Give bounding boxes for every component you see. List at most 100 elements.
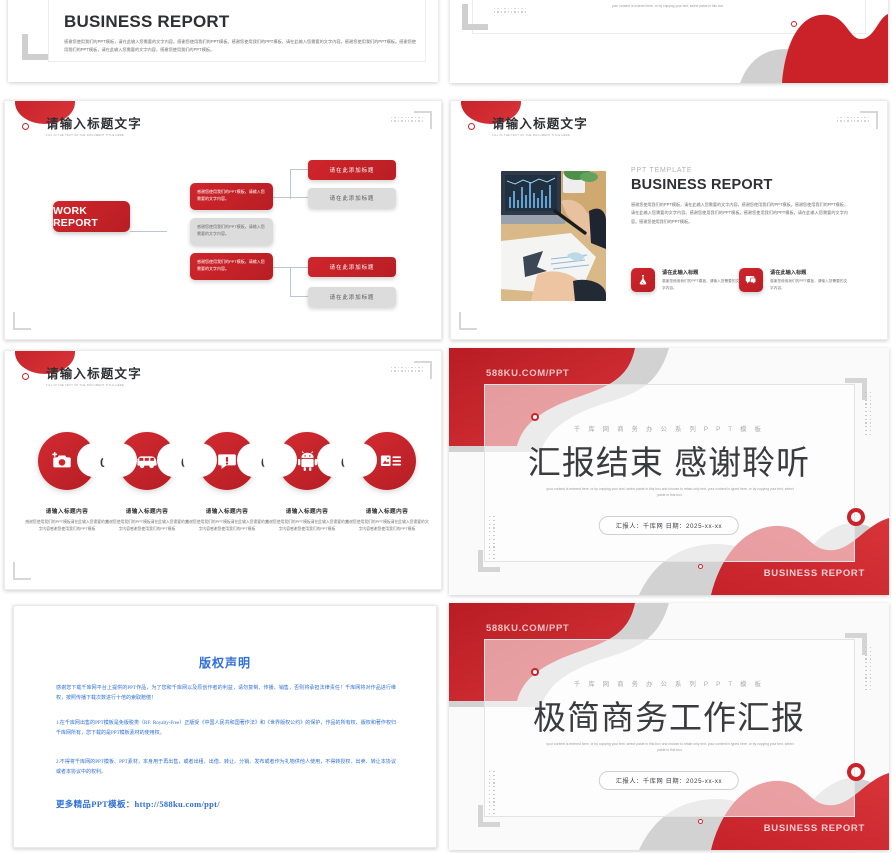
feature-body: 感谢您使用我们的PPT模板，请输入您需要的文字内容。 [770,279,848,290]
slide-cell-7[interactable]: 版权声明 感谢您下载千库网平台上提供的PPT作品，为了您和千库网以及原创作者的利… [0,600,446,853]
circle-notch [103,443,137,477]
slide-title-cover[interactable]: 588KU.COM/PPT 千 库 网 商 务 办 公 系 列 P P T 模 … [449,603,889,850]
header-subtitle: FILL IN THE TEXT OF THE DOCUMENT TITLE H… [46,384,125,387]
process-caption: 请输入标题内容 感谢您使用我们的PPT模板请在此输入您需要的文字内容感谢您使用我… [184,507,270,533]
flask-icon [631,268,655,292]
header-title: 请输入标题文字 [46,117,142,131]
caption-title: 请输入标题内容 [205,509,249,515]
mindmap-root-node[interactable]: WORK REPORT [53,201,130,232]
process-circle[interactable] [263,432,351,490]
connector-line [130,231,167,232]
frame-corner-bottom-left [459,312,477,330]
process-caption: 请输入标题内容 感谢您使用我们的PPT模板请在此输入您需要的文字内容感谢您使用我… [104,507,190,533]
ring-decoration-xsmall [698,819,703,824]
caption-body: 感谢您使用我们的PPT模板请在此输入您需要的文字内容感谢您使用我们的PPT模板 [105,520,189,532]
process-circle[interactable] [38,432,111,490]
caption-body: 感谢您使用我们的PPT模板请在此输入您需要的文字内容感谢您使用我们的PPT模板 [185,520,269,532]
caption-body: 感谢您使用我们的PPT模板请在此输入您需要的文字内容感谢您使用我们的PPT模板 [265,520,349,532]
slide-business-report-intro[interactable]: BUSINESS REPORT 感谢您使用我们的PPT模板，请在此输入您需要的文… [8,0,438,82]
chat-icon [739,268,763,292]
slide-business-report-content[interactable]: 请输入标题文字 FILL IN THE TEXT OF THE DOCUMENT… [450,100,888,340]
frame-corner-bottom-left [22,34,48,60]
frame-corner-bottom-left [13,312,31,330]
mindmap-mid-node[interactable]: 感谢您使用我们的PPT模板，请输入您需要的文字内容。 [190,253,273,280]
mindmap-mid-node[interactable]: 感谢您使用我们的PPT模板，请输入您需要的文字内容。 [190,218,273,245]
brand-label: BUSINESS REPORT [763,823,865,834]
feature-item[interactable]: 请在此输入标题 感谢您使用我们的PPT模板，请输入您需要的文字内容。 [739,268,854,294]
caption-title: 请输入标题内容 [365,509,409,515]
mindmap-mid-node[interactable]: 感谢您使用我们的PPT模板，请输入您需要的文字内容。 [190,183,273,210]
ring-decoration-small [791,21,797,27]
van-icon [137,456,157,469]
camera-add-icon [52,452,71,468]
slide-title: 极简商务工作汇报 [533,699,805,736]
feature-body: 感谢您使用我们的PPT模板，请输入您需要的文字内容。 [662,279,740,290]
slide-title: BUSINESS REPORT [64,12,230,31]
process-caption: 请输入标题内容 感谢您使用我们的PPT模板请在此输入您需要的文字内容感谢您使用我… [264,507,350,533]
ring-decoration-large [847,508,865,526]
copyright-paragraph-1: 1.在千库网出售的PPT模板是免版税类（RF: Royalty-Free）正版受… [56,721,396,737]
caption-title: 请输入标题内容 [285,509,329,515]
header-title: 请输入标题文字 [492,117,588,131]
alert-message-icon [218,454,236,469]
header-ring-icon [22,373,29,380]
ring-decoration-small [531,668,539,676]
slide-cell-6[interactable]: 588KU.COM/PPT 千 库 网 商 务 办 公 系 列 P P T 模 … [446,345,892,600]
business-meeting-photo [501,171,606,301]
image-list-icon [380,455,402,467]
slide-cell-4[interactable]: 请输入标题文字 FILL IN THE TEXT OF THE DOCUMENT… [446,95,892,345]
feature-title: 请在此输入标题 [770,270,807,276]
process-circle[interactable] [103,432,191,490]
process-circle[interactable] [183,432,271,490]
watermark-text: 588KU.COM/PPT [486,623,570,634]
slide-cell-3[interactable]: 请输入标题文字 FILL IN THE TEXT OF THE DOCUMENT… [0,95,446,345]
circle-notch [343,443,377,477]
header-subtitle: FILL IN THE TEXT OF THE DOCUMENT TITLE H… [46,134,125,137]
connector-line [290,296,308,297]
frame-corner-bottom-left [462,4,488,30]
process-circle[interactable] [343,432,416,490]
ring-decoration-small [531,413,539,421]
process-caption: 请输入标题内容 感谢您使用我们的PPT模板请在此输入您需要的文字内容感谢您使用我… [24,507,110,533]
slide-copyright[interactable]: 版权声明 感谢您下载千库网平台上提供的PPT作品，为了您和千库网以及原创作者的利… [13,605,437,848]
slide-cell-1[interactable]: BUSINESS REPORT 感谢您使用我们的PPT模板，请在此输入您需要的文… [0,0,446,95]
frame-corner-top-right [414,111,432,129]
copyright-heading: 版权声明 [198,656,251,670]
caption-title: 请输入标题内容 [125,509,169,515]
slide-cell-5[interactable]: 请输入标题文字 FILL IN THE TEXT OF THE DOCUMENT… [0,345,446,600]
mindmap-leaf-node[interactable]: 请在此添加标题 [308,160,396,180]
copyright-paragraph-intro: 感谢您下载千库网平台上提供的PPT作品，为了您和千库网以及原创作者的利益，请勿复… [56,686,396,702]
frame-corner-top-right [860,111,878,129]
slide-mindmap[interactable]: 请输入标题文字 FILL IN THE TEXT OF THE DOCUMENT… [4,100,442,340]
dot-decoration [494,8,526,13]
slide-closing[interactable]: 588KU.COM/PPT 千 库 网 商 务 办 公 系 列 P P T 模 … [449,348,889,595]
slide-eyebrow: 千 库 网 商 务 办 公 系 列 P P T 模 板 [573,681,765,688]
dot-decoration [489,515,495,559]
caption-body: 感谢您使用我们的PPT模板请在此输入您需要的文字内容感谢您使用我们的PPT模板 [25,520,109,532]
process-caption: 请输入标题内容 感谢您使用我们的PPT模板请在此输入您需要的文字内容感谢您使用我… [344,507,430,533]
connector-line [290,267,291,297]
english-filler-text: your content is entered here, or by copy… [611,4,725,8]
slide-body-text: 感谢您使用我们的PPT模板，请在此输入您需要的文字内容。感谢您使用我们的PPT模… [64,39,416,53]
mindmap-leaf-node[interactable]: 请在此添加标题 [308,257,396,277]
caption-title: 请输入标题内容 [45,509,89,515]
slide-cell-8[interactable]: 588KU.COM/PPT 千 库 网 商 务 办 公 系 列 P P T 模 … [446,600,892,853]
ring-decoration-large [847,763,865,781]
slide-title: 汇报结束 感谢聆听 [527,444,811,481]
slide-process-circles[interactable]: 请输入标题文字 FILL IN THE TEXT OF THE DOCUMENT… [4,350,442,590]
slide-cell-2[interactable]: your content is entered here, or by copy… [446,0,892,95]
slide-header: 请输入标题文字 FILL IN THE TEXT OF THE DOCUMENT… [492,113,588,137]
mindmap-leaf-node[interactable]: 请在此添加标题 [308,287,396,307]
header-title: 请输入标题文字 [46,367,142,381]
slide-closing-partial[interactable]: your content is entered here, or by copy… [450,0,888,83]
header-subtitle: FILL IN THE TEXT OF THE DOCUMENT TITLE H… [492,134,571,137]
feature-item[interactable]: 请在此输入标题 感谢您使用我们的PPT模板，请输入您需要的文字内容。 [631,268,746,294]
caption-body: 感谢您使用我们的PPT模板请在此输入您需要的文字内容感谢您使用我们的PPT模板 [345,520,429,532]
frame-corner-bottom-left [13,562,31,580]
mindmap-leaf-node[interactable]: 请在此添加标题 [308,188,396,208]
header-ring-icon [468,123,475,130]
presenter-date-pill: 汇报人：千库网 日期：2025-xx-xx [598,516,740,535]
watermark-text: 588KU.COM/PPT [486,368,570,379]
section-paragraph: 感谢您使用我们的PPT模板，请在此输入您需要的文字内容。感谢您使用我们的PPT模… [631,202,848,224]
copyright-more-link[interactable]: 更多精品PPT模板：http://588ku.com/ppt/ [56,798,220,810]
